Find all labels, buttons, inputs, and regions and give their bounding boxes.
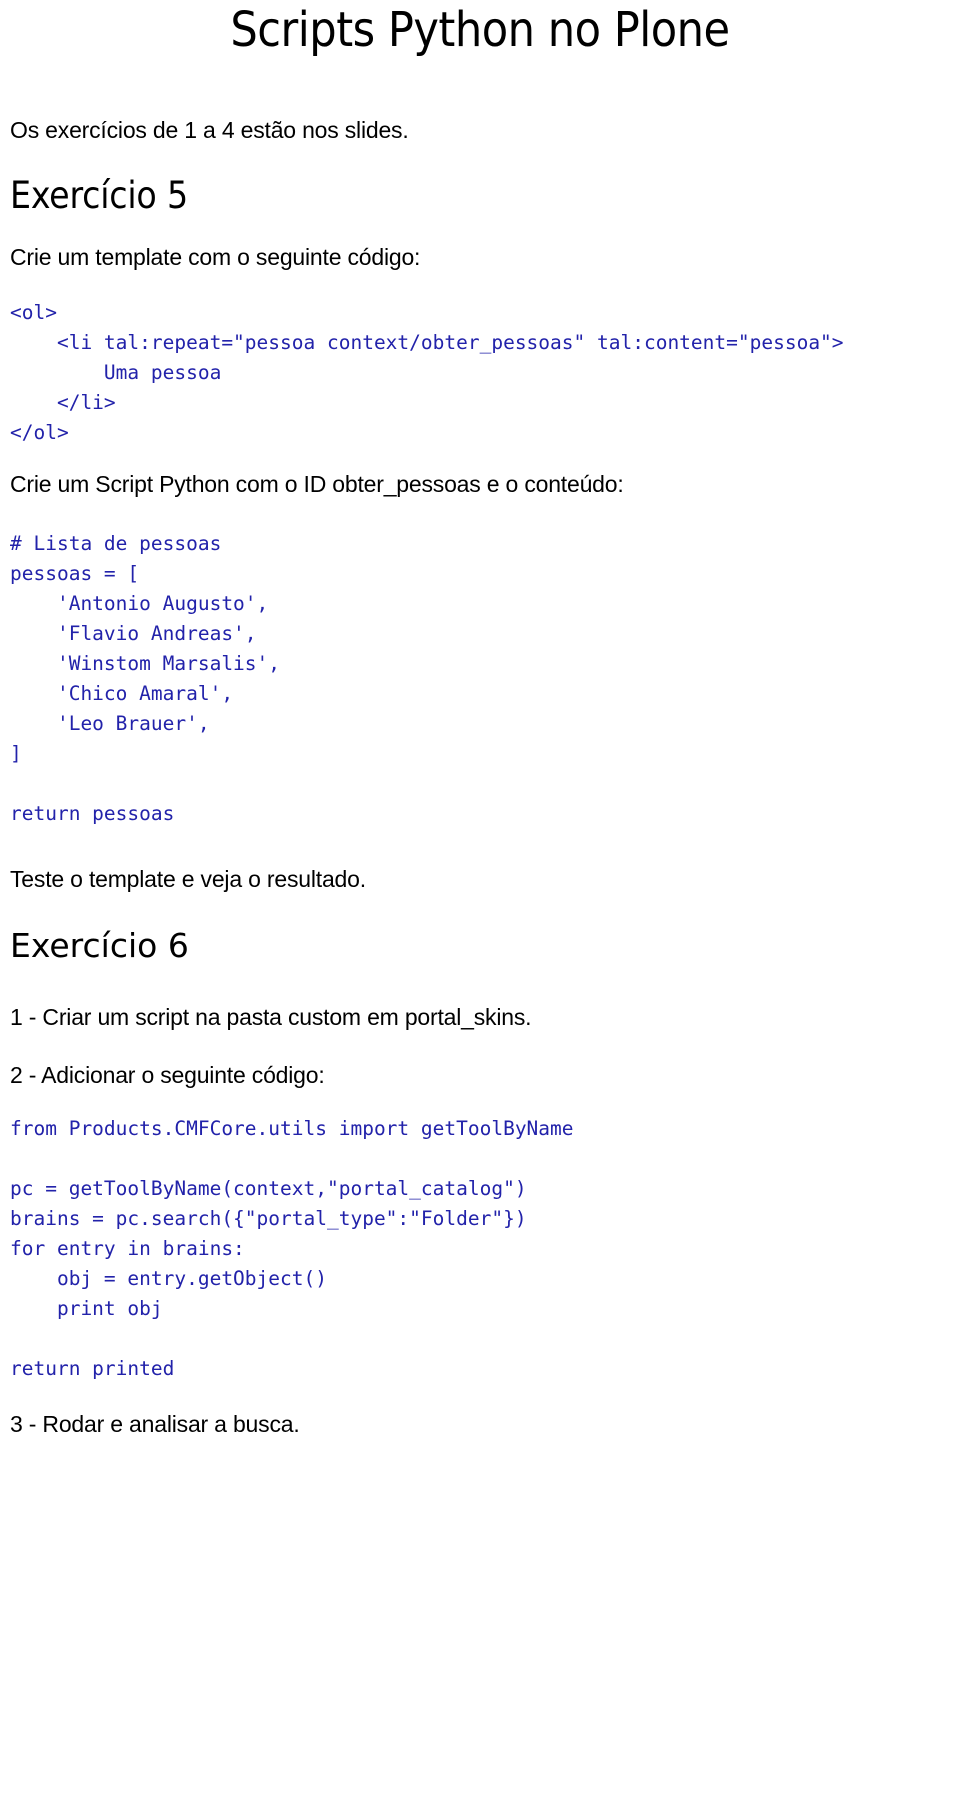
exercise6-step-3: 3 - Rodar e analisar a busca. bbox=[10, 1411, 300, 1438]
exercise5-instruction-script: Crie um Script Python com o ID obter_pes… bbox=[10, 470, 624, 497]
heading-exercise-5: Exercício 5 bbox=[10, 174, 188, 218]
heading-exercise-6: Exercício 6 bbox=[10, 925, 189, 965]
intro-paragraph: Os exercícios de 1 a 4 estão nos slides. bbox=[10, 117, 409, 143]
code-block-pessoas-script: # Lista de pessoas pessoas = [ 'Antonio … bbox=[10, 532, 281, 826]
exercise5-instruction-template: Crie um template com o seguinte código: bbox=[10, 244, 421, 271]
page-title: Scripts Python no Plone bbox=[230, 2, 730, 58]
document-page: Scripts Python no Plone Os exercícios de… bbox=[0, 0, 960, 1798]
code-block-template: <ol> <li tal:repeat="pessoa context/obte… bbox=[10, 300, 844, 444]
exercise6-step-1: 1 - Criar um script na pasta custom em p… bbox=[10, 1004, 532, 1031]
exercise5-closing: Teste o template e veja o resultado. bbox=[10, 866, 366, 893]
code-block-catalog-search: from Products.CMFCore.utils import getTo… bbox=[10, 1117, 574, 1381]
exercise6-step-2: 2 - Adicionar o seguinte código: bbox=[10, 1061, 325, 1088]
